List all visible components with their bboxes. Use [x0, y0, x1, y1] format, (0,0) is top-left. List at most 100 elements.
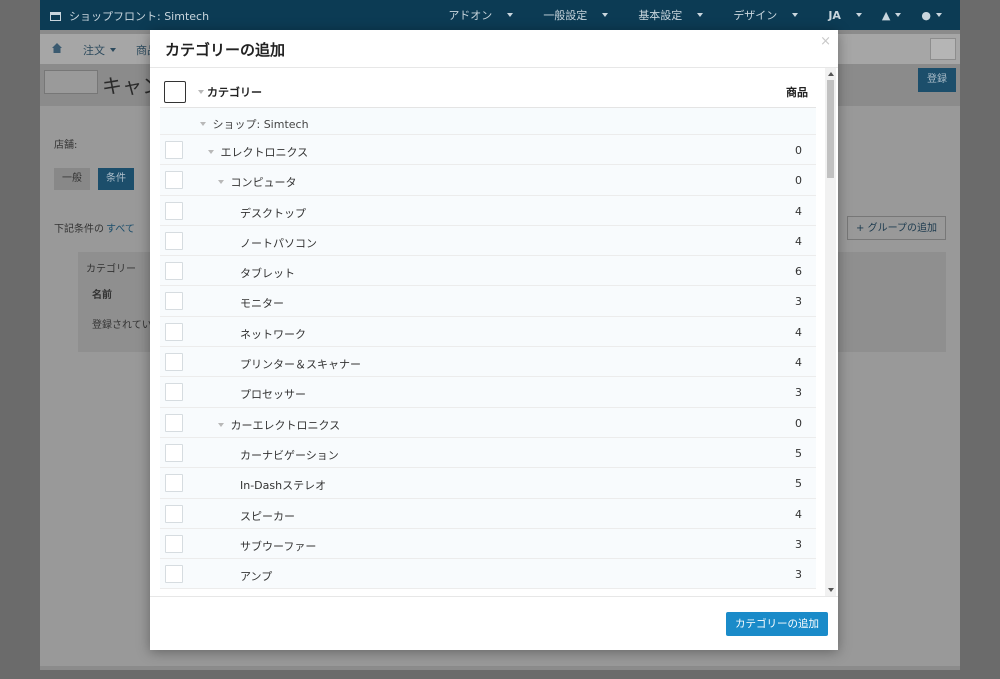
category-checkbox[interactable]	[165, 201, 183, 220]
category-row[interactable]: アンプ 3	[160, 559, 816, 590]
chevron-down-icon	[110, 48, 116, 52]
products-column-header: 商品	[786, 86, 808, 99]
nav-orders[interactable]: 注文	[83, 42, 116, 58]
category-label: カーエレクトロニクス	[218, 417, 340, 433]
collapse-toggle-icon[interactable]	[218, 422, 224, 427]
vertical-scrollbar[interactable]	[825, 68, 836, 596]
category-checkbox[interactable]	[165, 413, 183, 432]
modal-body: カテゴリー 商品 ショップ: Simtech エレクトロニクス 0 コンピュータ 0…	[150, 68, 838, 596]
collapse-toggle-icon[interactable]	[218, 180, 224, 185]
collapse-toggle-icon[interactable]	[200, 122, 206, 126]
product-count: 4	[795, 204, 802, 218]
add-group-button[interactable]: + グループの追加	[847, 216, 946, 240]
select-all-checkbox[interactable]	[164, 81, 186, 103]
product-count: 5	[795, 477, 802, 491]
category-checkbox[interactable]	[165, 262, 183, 281]
chevron-down-icon	[895, 12, 902, 17]
add-category-button[interactable]: カテゴリーの追加	[726, 612, 828, 636]
category-scroll-area[interactable]: カテゴリー 商品 ショップ: Simtech エレクトロニクス 0 コンピュータ 0…	[160, 68, 824, 596]
search-button[interactable]	[930, 38, 956, 60]
chevron-down-icon	[507, 13, 514, 17]
save-button[interactable]: 登録	[918, 68, 956, 92]
category-row[interactable]: タブレット 6	[160, 256, 816, 287]
category-checkbox[interactable]	[165, 534, 183, 553]
user-menu[interactable]: ●	[921, 9, 942, 22]
menu-language[interactable]: JA	[818, 9, 862, 22]
conditions-text: 下記条件の	[54, 224, 104, 235]
tab-general[interactable]: 一般	[54, 168, 90, 190]
menu-basic-settings[interactable]: 基本設定	[628, 7, 704, 23]
category-checkbox[interactable]	[165, 171, 183, 190]
category-label: スピーカー	[240, 509, 295, 523]
scroll-down-icon[interactable]	[828, 588, 834, 592]
home-icon[interactable]	[52, 43, 62, 53]
category-checkbox[interactable]	[165, 141, 183, 159]
category-label: エレクトロニクス	[208, 144, 308, 160]
category-row[interactable]: デスクトップ 4	[160, 195, 816, 226]
category-label: ノートパソコン	[240, 236, 317, 250]
category-label: In-Dashステレオ	[240, 479, 327, 493]
collapse-toggle-icon[interactable]	[198, 90, 204, 94]
product-count: 3	[795, 386, 802, 400]
category-label: モニター	[240, 297, 284, 311]
category-row[interactable]: ノートパソコン 4	[160, 225, 816, 257]
category-checkbox[interactable]	[165, 443, 183, 462]
category-checkbox[interactable]	[165, 353, 183, 372]
category-checkbox[interactable]	[165, 474, 183, 493]
menu-design[interactable]: デザイン	[723, 7, 799, 23]
category-label: ネットワーク	[240, 327, 306, 341]
tab-conditions[interactable]: 条件	[98, 168, 134, 190]
conditions-link[interactable]: すべて	[106, 220, 135, 235]
back-button[interactable]	[44, 70, 98, 94]
category-row[interactable]: コンピュータ 0	[160, 165, 816, 196]
close-icon[interactable]: ×	[820, 34, 831, 49]
category-row[interactable]: モニター 3	[160, 286, 816, 317]
category-row[interactable]: スピーカー 4	[160, 498, 816, 529]
add-category-modal: カテゴリーの追加 × カテゴリー 商品 ショップ: Simtech エレクトロニ…	[150, 30, 838, 650]
product-count: 4	[795, 234, 802, 248]
category-checkbox[interactable]	[165, 504, 183, 523]
category-row[interactable]: サブウーファー 3	[160, 528, 816, 560]
category-label: プリンター＆スキャナー	[240, 358, 361, 372]
collapse-toggle-icon[interactable]	[208, 150, 214, 154]
name-header: 名前	[92, 290, 112, 301]
category-checkbox[interactable]	[165, 322, 183, 341]
top-menu: アドオン 一般設定 基本設定 デザイン JA ▲ ●	[428, 0, 960, 30]
category-row[interactable]: プリンター＆スキャナー 4	[160, 347, 816, 378]
category-row[interactable]: カーエレクトロニクス 0	[160, 407, 816, 438]
chevron-down-icon	[697, 13, 704, 17]
top-navigation-bar: ショップフロント: Simtech アドオン 一般設定 基本設定 デザイン JA…	[40, 0, 960, 30]
modal-footer: カテゴリーの追加	[150, 596, 838, 650]
menu-general-settings[interactable]: 一般設定	[533, 7, 609, 23]
category-column-header[interactable]: カテゴリー	[198, 84, 262, 100]
category-checkbox[interactable]	[165, 383, 183, 402]
chevron-down-icon	[602, 13, 609, 17]
notifications-menu[interactable]: ▲	[882, 9, 902, 22]
product-count: 4	[795, 507, 802, 521]
category-checkbox[interactable]	[165, 565, 183, 584]
category-checkbox[interactable]	[165, 231, 183, 250]
product-count: 0	[795, 416, 802, 430]
chevron-down-icon	[792, 13, 799, 17]
menu-addons[interactable]: アドオン	[438, 7, 514, 23]
category-label: サブウーファー	[240, 539, 317, 553]
product-count: 3	[795, 537, 802, 551]
category-row[interactable]: カーナビゲーション 5	[160, 437, 816, 469]
product-count: 0	[795, 144, 802, 157]
product-count: 3	[795, 295, 802, 309]
category-checkbox[interactable]	[165, 292, 183, 311]
shop-label: ショップ: Simtech	[200, 116, 309, 132]
category-row[interactable]: エレクトロニクス 0	[160, 135, 816, 166]
scrollbar-thumb[interactable]	[827, 80, 834, 178]
chevron-down-icon	[936, 12, 942, 17]
product-count: 5	[795, 446, 802, 460]
category-label: タブレット	[240, 267, 295, 281]
scroll-up-icon[interactable]	[828, 72, 834, 76]
storefront-selector[interactable]: ショップフロント: Simtech	[50, 8, 209, 24]
category-label: デスクトップ	[240, 206, 306, 220]
category-row[interactable]: In-Dashステレオ 5	[160, 468, 816, 499]
category-row[interactable]: ネットワーク 4	[160, 316, 816, 348]
table-header: カテゴリー 商品	[160, 68, 816, 108]
product-count: 4	[795, 325, 802, 339]
category-row[interactable]: プロセッサー 3	[160, 377, 816, 408]
